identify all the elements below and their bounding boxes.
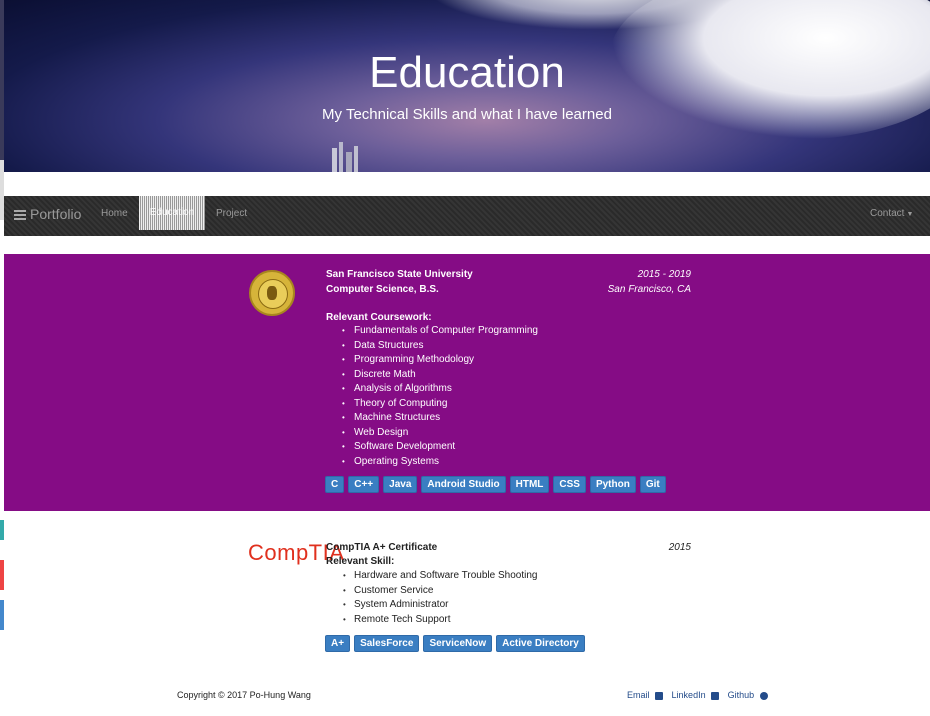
nav-link-home[interactable]: Home: [101, 208, 128, 219]
list-item: Machine Structures: [336, 411, 538, 426]
skill-tag-css: CSS: [553, 476, 586, 493]
list-item: Discrete Math: [336, 368, 538, 383]
certificate-skill-list: Hardware and Software Trouble Shooting C…: [332, 569, 537, 627]
list-item: Software Development: [336, 440, 538, 455]
university-seal-logo: [249, 270, 295, 316]
footer-link-email-label: Email: [627, 690, 650, 700]
skill-tag-servicenow: ServiceNow: [423, 635, 493, 652]
skill-tag-java: Java: [383, 476, 418, 493]
linkedin-icon: [711, 691, 720, 700]
footer-links: Email LinkedIn Github: [627, 690, 774, 700]
list-item: Analysis of Algorithms: [336, 382, 538, 397]
navbar: Portfolio Home Education Project Contact…: [4, 196, 930, 236]
certificate-tags: A+ SalesForce ServiceNow Active Director…: [325, 635, 585, 652]
seal-figure: [267, 286, 277, 300]
school-years: 2015 - 2019: [637, 269, 691, 280]
nav-contact-label: Contact: [870, 208, 905, 219]
degree: Computer Science, B.S.: [326, 284, 439, 295]
skill-tag-html: HTML: [509, 476, 550, 493]
envelope-icon: [655, 691, 664, 700]
list-item: Web Design: [336, 426, 538, 441]
list-item: Remote Tech Support: [332, 613, 537, 628]
footer-link-linkedin-label: LinkedIn: [671, 690, 706, 700]
list-item: Customer Service: [332, 584, 537, 599]
skill-tag-c: C: [325, 476, 345, 493]
seal-center: [258, 279, 288, 309]
skill-tag-cpp: C++: [348, 476, 380, 493]
skill-tag-android-studio: Android Studio: [421, 476, 506, 493]
footer-copyright: Copyright © 2017 Po-Hung Wang: [177, 690, 311, 700]
skill-tag-active-directory: Active Directory: [496, 635, 585, 652]
certificate-name: CompTIA A+ Certificate: [326, 542, 438, 553]
skill-tag-salesforce: SalesForce: [354, 635, 420, 652]
list-item: System Administrator: [332, 598, 537, 613]
list-item: Data Structures: [336, 339, 538, 354]
school-location: San Francisco, CA: [607, 284, 691, 295]
footer-link-email[interactable]: Email: [627, 690, 666, 700]
navbar-brand-label: Portfolio: [30, 206, 82, 222]
list-item: Operating Systems: [336, 455, 538, 470]
nav-link-education[interactable]: Education: [139, 196, 205, 230]
skyline-image: [332, 142, 358, 172]
skill-tag-a-plus: A+: [325, 635, 351, 652]
coursework-label: Relevant Coursework:: [326, 312, 432, 323]
hero-banner: Education My Technical Skills and what I…: [4, 0, 930, 172]
footer-link-github[interactable]: Github: [728, 690, 771, 700]
list-item: Theory of Computing: [336, 397, 538, 412]
nav-contact-dropdown[interactable]: Contact ▼: [870, 208, 913, 219]
github-icon: [759, 691, 768, 700]
relevant-skill-label: Relevant Skill:: [326, 556, 395, 567]
footer-link-github-label: Github: [727, 690, 755, 700]
skill-tag-python: Python: [589, 476, 636, 493]
list-item: Programming Methodology: [336, 353, 538, 368]
skill-tags: C C++ Java Android Studio HTML CSS Pytho…: [325, 476, 666, 493]
navbar-brand[interactable]: Portfolio: [14, 206, 81, 222]
coursework-list: Fundamentals of Computer Programming Dat…: [336, 324, 538, 469]
certificate-year: 2015: [668, 542, 691, 553]
list-item: Hardware and Software Trouble Shooting: [332, 569, 537, 584]
caret-down-icon: ▼: [906, 211, 914, 218]
bars-icon: [14, 208, 26, 222]
nav-link-project[interactable]: Project: [216, 208, 247, 219]
page-subtitle: My Technical Skills and what I have lear…: [322, 106, 612, 123]
page-title: Education: [369, 48, 565, 97]
list-item: Fundamentals of Computer Programming: [336, 324, 538, 339]
skill-tag-git: Git: [639, 476, 666, 493]
footer-link-linkedin[interactable]: LinkedIn: [672, 690, 723, 700]
school-name: San Francisco State University: [326, 269, 473, 280]
